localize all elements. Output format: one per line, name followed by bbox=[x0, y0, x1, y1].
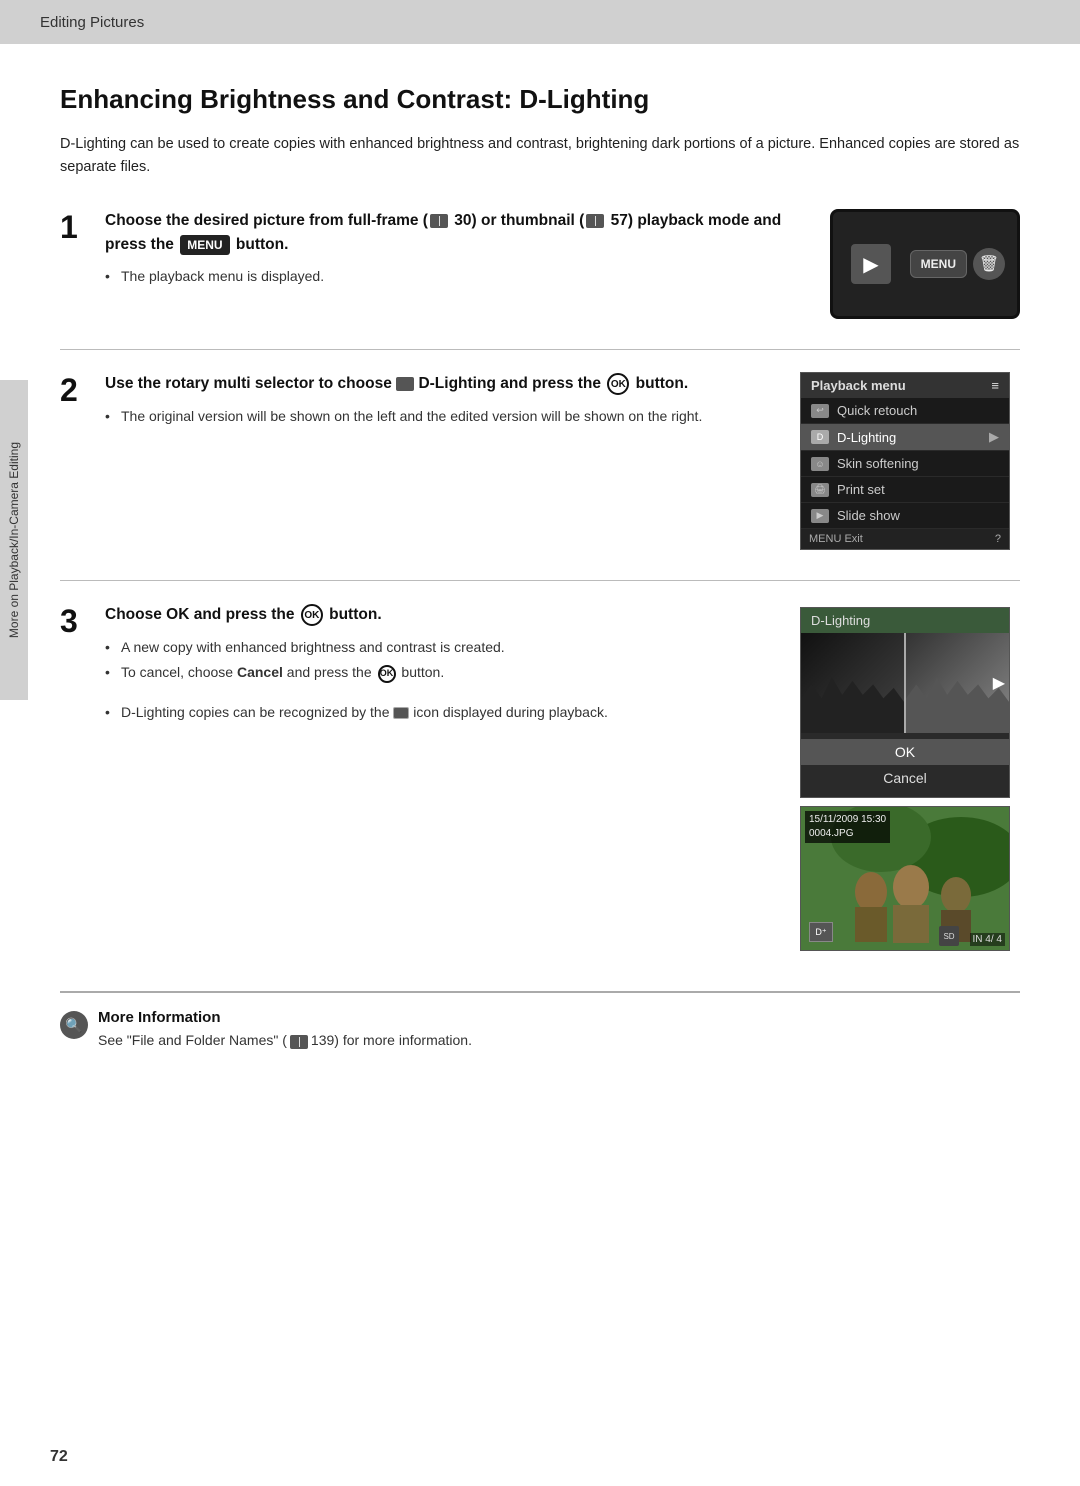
more-info-text-block: More Information See "File and Folder Na… bbox=[98, 1009, 1020, 1048]
menu-item-quick-retouch: ↩ Quick retouch bbox=[801, 398, 1009, 424]
ok-circle-2: OK bbox=[607, 373, 629, 395]
book-ref-icon bbox=[290, 1035, 308, 1049]
arrow-right-icon: ▶ bbox=[989, 429, 999, 445]
sd-card-icon: SD bbox=[939, 926, 959, 946]
menu-item-slide-show: ▶ Slide show bbox=[801, 503, 1009, 529]
step-3-bullet-2: To cancel, choose Cancel and press the O… bbox=[105, 662, 800, 684]
step-2-content: Use the rotary multi selector to choose … bbox=[105, 372, 800, 431]
menu-item-skin-softening: ☺ Skin softening bbox=[801, 451, 1009, 477]
page-number: 72 bbox=[50, 1448, 68, 1466]
intro-paragraph: D-Lighting can be used to create copies … bbox=[60, 133, 1020, 179]
page-title: Enhancing Brightness and Contrast: D-Lig… bbox=[60, 84, 1020, 115]
dlighting-cancel-button[interactable]: Cancel bbox=[801, 765, 1009, 791]
playback-menu-header: Playback menu ≡ bbox=[801, 373, 1009, 398]
step-1-image: MENU 🗑 bbox=[820, 209, 1020, 319]
step-3-number: 3 bbox=[60, 603, 105, 637]
sidebar-tab-text: More on Playback/In-Camera Editing bbox=[7, 442, 21, 638]
dlighting-copy-icon: D⁺ bbox=[809, 922, 833, 942]
step-1-number: 1 bbox=[60, 209, 105, 243]
ok-circle-cancel: OK bbox=[378, 665, 396, 683]
dlighting-panel: D-Lighting ▶ OK Cancel bbox=[800, 607, 1010, 798]
playback-arrow-icon bbox=[851, 244, 891, 284]
book-icon-2 bbox=[586, 214, 604, 228]
step-3-images: D-Lighting ▶ OK Cancel bbox=[800, 603, 1020, 951]
dlighting-image-area: ▶ bbox=[801, 633, 1009, 733]
more-info-icon: 🔍 bbox=[60, 1011, 88, 1039]
divider-1 bbox=[60, 349, 1020, 350]
step-3-extra-bullets: D-Lighting copies can be recognized by t… bbox=[105, 702, 800, 724]
step-2-bullet-1: The original version will be shown on th… bbox=[105, 406, 780, 428]
photo-counter: IN 4/ 4 bbox=[970, 933, 1005, 946]
step-2-heading: Use the rotary multi selector to choose … bbox=[105, 372, 780, 395]
page: Editing Pictures More on Playback/In-Cam… bbox=[0, 0, 1080, 1486]
dlighting-header: D-Lighting bbox=[801, 608, 1009, 633]
step-1-content: Choose the desired picture from full-fra… bbox=[105, 209, 820, 291]
dlighting-before-image bbox=[801, 633, 904, 733]
step-3-bullet-1: A new copy with enhanced brightness and … bbox=[105, 637, 800, 659]
menu-item-dlighting: D D-Lighting ▶ bbox=[801, 424, 1009, 451]
step-3-bullet-3: D-Lighting copies can be recognized by t… bbox=[105, 702, 800, 724]
section-label: Editing Pictures bbox=[40, 14, 144, 31]
slide-show-icon: ▶ bbox=[811, 509, 829, 523]
dlighting-buttons-area: OK Cancel bbox=[801, 733, 1009, 797]
more-info-section: 🔍 More Information See "File and Folder … bbox=[60, 991, 1020, 1048]
skin-softening-icon: ☺ bbox=[811, 457, 829, 471]
trash-btn-illustration: 🗑 bbox=[973, 248, 1005, 280]
step-1-heading: Choose the desired picture from full-fra… bbox=[105, 209, 800, 256]
people-silhouette-dark bbox=[801, 663, 904, 733]
ok-circle-3: OK bbox=[301, 604, 323, 626]
menu-btn-illustration: MENU bbox=[910, 250, 967, 278]
step-1-bullet-1: The playback menu is displayed. bbox=[105, 266, 800, 288]
step-3-content: Choose OK and press the OK button. A new… bbox=[105, 603, 800, 727]
quick-retouch-icon: ↩ bbox=[811, 404, 829, 418]
menu-button-label: MENU bbox=[180, 235, 229, 255]
dlighting-nav-arrow: ▶ bbox=[993, 673, 1005, 693]
divider-2 bbox=[60, 580, 1020, 581]
sidebar-tab: More on Playback/In-Camera Editing bbox=[0, 380, 28, 700]
step-2-number: 2 bbox=[60, 372, 105, 406]
step-3: 3 Choose OK and press the OK button. A n… bbox=[60, 603, 1020, 951]
more-info-body: See "File and Folder Names" (139) for mo… bbox=[98, 1032, 1020, 1048]
step-2: 2 Use the rotary multi selector to choos… bbox=[60, 372, 1020, 550]
playback-menu-illustration: Playback menu ≡ ↩ Quick retouch D D-Ligh… bbox=[800, 372, 1010, 550]
photo-date-overlay: 15/11/2009 15:30 0004.JPG bbox=[805, 811, 890, 843]
more-info-title: More Information bbox=[98, 1009, 1020, 1026]
dlighting-after-image: ▶ bbox=[906, 633, 1009, 733]
step-3-heading: Choose OK and press the OK button. bbox=[105, 603, 800, 626]
camera-illustration: MENU 🗑 bbox=[830, 209, 1020, 319]
photo-filename: 0004.JPG bbox=[809, 827, 886, 841]
step-3-bullets: A new copy with enhanced brightness and … bbox=[105, 637, 800, 684]
top-bar: Editing Pictures bbox=[0, 0, 1080, 44]
main-content: Enhancing Brightness and Contrast: D-Lig… bbox=[0, 44, 1080, 1089]
print-set-icon: 🖨 bbox=[811, 483, 829, 497]
step-1-bullets: The playback menu is displayed. bbox=[105, 266, 800, 288]
book-icon-1 bbox=[430, 214, 448, 228]
dlighting-icon: D bbox=[811, 430, 829, 444]
step-1: 1 Choose the desired picture from full-f… bbox=[60, 209, 1020, 319]
menu-item-print-set: 🖨 Print set bbox=[801, 477, 1009, 503]
dlighting-ok-button[interactable]: OK bbox=[801, 739, 1009, 765]
playback-menu-footer: MENU Exit ? bbox=[801, 529, 1009, 549]
step-2-image: Playback menu ≡ ↩ Quick retouch D D-Ligh… bbox=[800, 372, 1020, 550]
step-2-bullets: The original version will be shown on th… bbox=[105, 406, 780, 428]
photo-date: 15/11/2009 15:30 bbox=[809, 813, 886, 827]
photo-thumbnail: 15/11/2009 15:30 0004.JPG D⁺ SD IN 4/ 4 bbox=[800, 806, 1010, 951]
